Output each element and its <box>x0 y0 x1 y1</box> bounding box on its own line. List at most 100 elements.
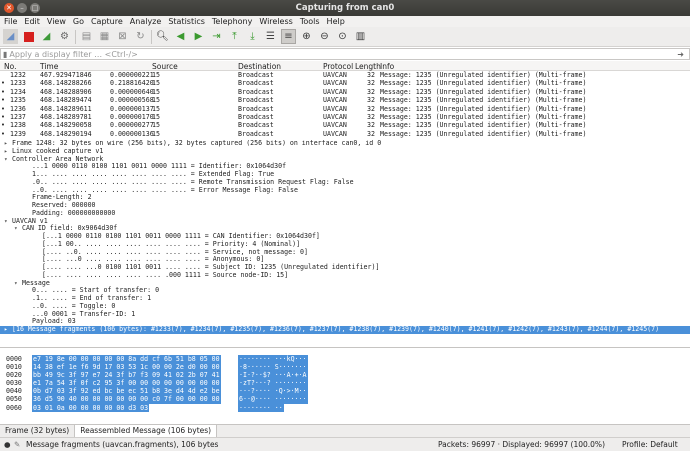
save-file-icon[interactable]: ▦ <box>97 29 112 44</box>
find-packet-icon[interactable]: 🔍︎ <box>155 29 170 44</box>
collapse-arrow-icon[interactable]: ▾ <box>4 218 12 226</box>
collapse-arrow-icon[interactable]: ▾ <box>4 156 12 164</box>
col-info[interactable]: Info <box>380 62 394 71</box>
row-no: 1238 <box>10 121 26 130</box>
first-packet-icon[interactable]: ⤒ <box>227 29 242 44</box>
col-time[interactable]: Time <box>40 62 58 71</box>
hex-ascii[interactable]: ········ ·· <box>238 403 284 412</box>
collapse-arrow-icon[interactable]: ▾ <box>14 225 22 233</box>
col-destination[interactable]: Destination <box>238 62 281 71</box>
close-file-icon[interactable]: ⊠ <box>115 29 130 44</box>
tab-reassembled-message[interactable]: Reassembled Message (106 bytes) <box>75 425 218 437</box>
menu-file[interactable]: File <box>4 17 17 26</box>
menu-go[interactable]: Go <box>73 17 84 26</box>
normal-size-icon[interactable]: ⊙ <box>335 29 350 44</box>
display-filter-input[interactable]: Apply a display filter … <Ctrl-/> <box>9 50 137 59</box>
hex-bytes[interactable]: 03 01 0a 00 00 00 00 00 d3 03 <box>32 403 150 412</box>
hex-ascii[interactable]: ·I·?··$? ···A·+·A <box>238 371 308 380</box>
detail-line[interactable]: ▸ Frame 1248: 32 bytes on wire (256 bits)… <box>0 140 690 148</box>
hex-line[interactable]: 0030 e1 7a 54 3f 0f c2 95 3f 00 00 00 00 … <box>0 379 690 388</box>
packet-row[interactable]: • 1236 468.148289611 0.000000137 15 Broadcast… <box>0 104 690 113</box>
col-no[interactable]: No. <box>4 62 16 71</box>
row-protocol: UAVCAN <box>323 96 347 105</box>
col-source[interactable]: Source <box>152 62 178 71</box>
filter-arrow-icon[interactable]: ➜ <box>677 50 684 59</box>
menu-help[interactable]: Help <box>327 17 345 26</box>
hex-ascii[interactable]: ···?···· ·Q·>·M·· <box>238 387 308 396</box>
hex-line[interactable]: 0000 e7 19 8e 00 00 00 00 00 8a dd cf 6b … <box>0 355 690 364</box>
hex-bytes[interactable]: e1 7a 54 3f 0f c2 95 3f 00 00 00 00 00 0… <box>32 379 221 388</box>
menu-analyze[interactable]: Analyze <box>130 17 162 26</box>
hex-line[interactable]: 0050 36 d5 90 40 00 00 00 00 00 00 c0 7f … <box>0 395 690 404</box>
hex-ascii[interactable]: 6··@···· ········ <box>238 395 308 404</box>
hex-ascii[interactable]: ·8······ S······· <box>238 363 308 372</box>
title-bar: ✕ – □ Capturing from can0 <box>0 0 690 16</box>
detail-line[interactable]: ..0. .... .... .... .... .... .... .... … <box>0 186 690 195</box>
packet-row[interactable]: 1232 467.929471846 0.000000221 15 Broadcast U… <box>0 71 690 80</box>
expand-arrow-icon[interactable]: ▸ <box>4 326 12 334</box>
packet-row[interactable]: • 1239 468.148290194 0.000000136 15 Broadcast… <box>0 129 690 139</box>
status-profile[interactable]: Profile: Default <box>622 440 678 449</box>
go-to-packet-icon[interactable]: ⇥ <box>209 29 224 44</box>
col-protocol[interactable]: Protocol <box>323 62 353 71</box>
hex-line[interactable]: 0010 14 38 ef 1e f6 9d 17 03 53 1c 00 00 … <box>0 363 690 372</box>
zoom-in-icon[interactable]: ⊕ <box>299 29 314 44</box>
go-forward-arrow-icon[interactable]: ▶ <box>191 29 206 44</box>
hex-line[interactable]: 0060 03 01 0a 00 00 00 00 00 d3 03 ·······… <box>0 403 690 412</box>
hex-bytes[interactable]: bb 49 9c 3f 97 e7 24 3f b7 f3 09 41 02 2… <box>32 371 221 380</box>
row-destination: Broadcast <box>238 104 274 113</box>
packet-row[interactable]: • 1237 468.148289781 0.000000170 15 Broadcast… <box>0 112 690 122</box>
stop-capture-icon[interactable] <box>21 29 36 44</box>
reload-file-icon[interactable]: ↻ <box>133 29 148 44</box>
collapse-arrow-icon[interactable]: ▾ <box>14 280 22 288</box>
detail-line[interactable]: Padding: 000000000000 <box>0 209 690 218</box>
expert-info-icon[interactable]: ● <box>4 440 11 449</box>
row-info: Message: 1235 (Unregulated identifier) (… <box>380 96 587 105</box>
hex-bytes[interactable]: e7 19 8e 00 00 00 00 00 8a dd cf 6b 51 b… <box>32 355 221 364</box>
autoscroll-icon[interactable]: ☰ <box>263 29 278 44</box>
col-length[interactable]: Length <box>355 62 381 71</box>
row-length: 32 <box>367 129 375 138</box>
last-packet-icon[interactable]: ⤓ <box>245 29 260 44</box>
detail-line[interactable]: ...0 0001 = Transfer-ID: 1 <box>0 310 690 319</box>
packet-row[interactable]: • 1238 468.148290058 0.000000277 15 Broadcast… <box>0 121 690 130</box>
open-file-icon[interactable]: ▤ <box>79 29 94 44</box>
colorize-icon[interactable]: ≡ <box>281 29 296 44</box>
detail-line-selected[interactable]: ▸ [16 Message fragments (106 bytes): #123… <box>0 325 690 334</box>
display-filter-bar: ▮ Apply a display filter … <Ctrl-/> ➜ <box>0 48 690 60</box>
row-time: 468.148288266 <box>40 79 92 88</box>
packet-row[interactable]: • 1233 468.148288266 0.218816420 15 Broadcast… <box>0 79 690 88</box>
expand-arrow-icon[interactable]: ▸ <box>4 140 12 148</box>
zoom-out-icon[interactable]: ⊖ <box>317 29 332 44</box>
menu-edit[interactable]: Edit <box>24 17 40 26</box>
row-info: Message: 1235 (Unregulated identifier) (… <box>380 121 587 130</box>
menu-statistics[interactable]: Statistics <box>168 17 205 26</box>
menu-wireless[interactable]: Wireless <box>259 17 292 26</box>
edit-comment-icon[interactable]: ✎ <box>14 440 20 449</box>
packet-row[interactable]: • 1234 468.148288906 0.000000640 15 Broadcast… <box>0 87 690 97</box>
menu-telephony[interactable]: Telephony <box>212 17 252 26</box>
restart-capture-icon[interactable]: ◢ <box>39 29 54 44</box>
menu-view[interactable]: View <box>47 17 66 26</box>
hex-ascii[interactable]: ·zT?···? ········ <box>238 379 308 388</box>
menu-tools[interactable]: Tools <box>300 17 320 26</box>
capture-options-gear-icon[interactable]: ⚙ <box>57 29 72 44</box>
hex-ascii[interactable]: ········ ···kQ··· <box>238 355 308 364</box>
go-back-arrow-icon[interactable]: ◀ <box>173 29 188 44</box>
hex-bytes[interactable]: 36 d5 90 40 00 00 00 00 00 00 c0 7f 00 0… <box>32 395 221 404</box>
menu-capture[interactable]: Capture <box>91 17 123 26</box>
row-no: 1239 <box>10 129 26 138</box>
tab-frame[interactable]: Frame (32 bytes) <box>0 425 76 437</box>
hex-line[interactable]: 0020 bb 49 9c 3f 97 e7 24 3f b7 f3 09 41 … <box>0 371 690 380</box>
hex-bytes[interactable]: 0b d7 03 3f 92 ed bc be ec 51 b8 3e d4 4… <box>32 387 221 396</box>
detail-line[interactable]: [.... .... .... .... .... .... .000 1111… <box>0 271 690 280</box>
shark-fin-start-icon[interactable]: ◢ <box>3 29 18 44</box>
hex-line[interactable]: 0040 0b d7 03 3f 92 ed bc be ec 51 b8 3e … <box>0 387 690 396</box>
bookmark-icon[interactable]: ▮ <box>3 50 7 59</box>
detail-line[interactable]: ▸ Linux cooked capture v1 <box>0 147 690 156</box>
resize-columns-icon[interactable]: ▥ <box>353 29 368 44</box>
detail-line[interactable]: Frame-Length: 2 <box>0 193 690 202</box>
expand-arrow-icon[interactable]: ▸ <box>4 148 12 156</box>
hex-bytes[interactable]: 14 38 ef 1e f6 9d 17 03 53 1c 00 00 2e d… <box>32 363 221 372</box>
packet-row[interactable]: • 1235 468.148289474 0.000000568 15 Broadcast… <box>0 96 690 105</box>
